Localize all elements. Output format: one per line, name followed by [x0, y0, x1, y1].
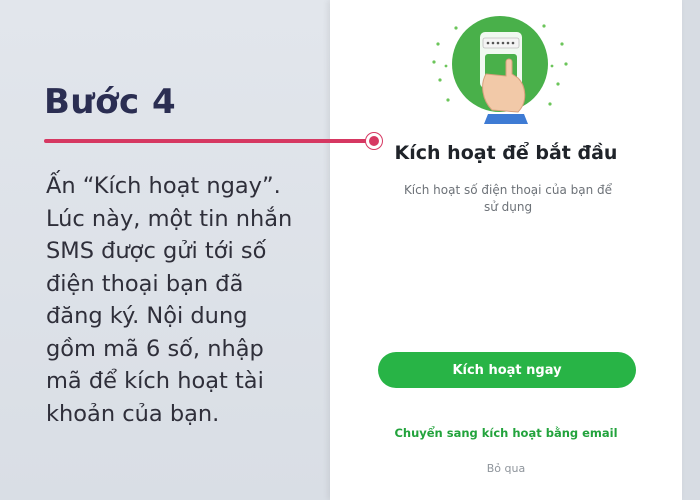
- step-description-line: SMS được gửi tới số: [46, 238, 267, 264]
- step-description-line: Lúc này, một tin nhắn: [46, 205, 293, 232]
- step-description-line: điện thoại bạn đã: [46, 270, 244, 297]
- screen-subtitle: Kích hoạt số điện thoại của bạn để sử dụ…: [388, 182, 628, 216]
- subtitle-line: sử dụng: [483, 200, 533, 214]
- step-description-line: đăng ký. Nội dung: [46, 303, 248, 329]
- phone-in-hand-icon: [432, 16, 568, 124]
- phone-in-hand-illustration: [428, 14, 572, 124]
- screen-title: Kích hoạt để bắt đầu: [394, 142, 618, 164]
- step-description: Ấn “Kích hoạt ngay”. Lúc này, một tin nh…: [46, 170, 336, 430]
- step-description-line: mã để kích hoạt tài: [46, 368, 264, 394]
- activate-now-button[interactable]: Kích hoạt ngay: [378, 352, 636, 388]
- switch-to-email-link[interactable]: Chuyển sang kích hoạt bằng email: [330, 426, 682, 440]
- step-description-line: Ấn “Kích hoạt ngay”.: [46, 173, 281, 199]
- background-strip: [682, 0, 700, 500]
- step-description-line: khoản của bạn.: [46, 400, 220, 427]
- step-title: Bước 4: [44, 82, 177, 122]
- connector-line: [44, 139, 374, 143]
- subtitle-line: Kích hoạt số điện thoại của bạn để: [403, 183, 613, 197]
- step-description-line: gồm mã 6 số, nhập: [46, 335, 264, 362]
- skip-link[interactable]: Bỏ qua: [330, 462, 682, 475]
